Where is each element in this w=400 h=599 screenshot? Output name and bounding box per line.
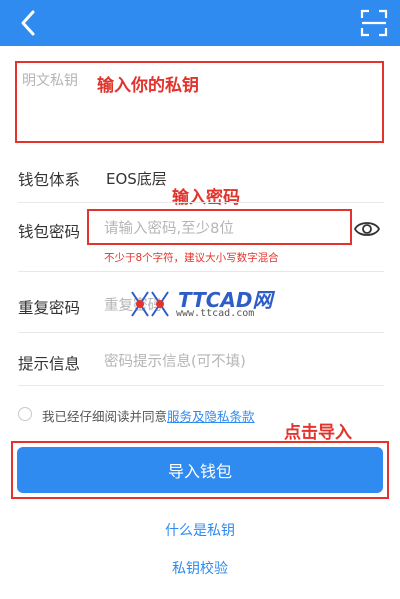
password-hint-text: 不少于8个字符，建议大小写数字混合 bbox=[104, 252, 279, 264]
terms-link[interactable]: 服务及隐私条款 bbox=[167, 409, 255, 424]
private-key-annotation: 输入你的私钥 bbox=[97, 76, 199, 96]
hint-info-input[interactable] bbox=[104, 352, 374, 372]
watermark: TTCAD网 www.ttcad.com bbox=[128, 284, 278, 324]
hint-info-label: 提示信息 bbox=[18, 355, 81, 373]
divider bbox=[18, 332, 384, 333]
agreement-prefix: 我已经仔细阅读并同意 bbox=[42, 409, 168, 424]
agreement-checkbox[interactable] bbox=[18, 407, 32, 421]
scan-frame-icon[interactable] bbox=[360, 9, 388, 37]
wallet-password-label: 钱包密码 bbox=[18, 223, 81, 241]
divider bbox=[18, 202, 384, 203]
verify-private-key-link[interactable]: 私钥校验 bbox=[0, 558, 400, 578]
repeat-password-label: 重复密码 bbox=[18, 299, 81, 317]
divider bbox=[18, 385, 384, 386]
import-wallet-button[interactable]: 导入钱包 bbox=[17, 447, 383, 493]
watermark-logo-icon bbox=[131, 291, 169, 317]
what-is-private-key-link[interactable]: 什么是私钥 bbox=[0, 520, 400, 540]
import-annotation: 点击导入 bbox=[284, 423, 352, 443]
agreement-text: 我已经仔细阅读并同意服务及隐私条款 bbox=[42, 406, 255, 425]
watermark-url: www.ttcad.com bbox=[176, 308, 255, 319]
wallet-password-input[interactable] bbox=[104, 219, 344, 239]
wallet-system-value: EOS底层 bbox=[106, 170, 167, 188]
chevron-left-icon[interactable] bbox=[14, 8, 44, 38]
divider bbox=[18, 271, 384, 272]
password-annotation: 输入密码 bbox=[172, 188, 240, 208]
top-bar bbox=[0, 0, 400, 46]
wallet-system-label: 钱包体系 bbox=[18, 171, 81, 189]
eye-icon[interactable] bbox=[354, 218, 380, 240]
